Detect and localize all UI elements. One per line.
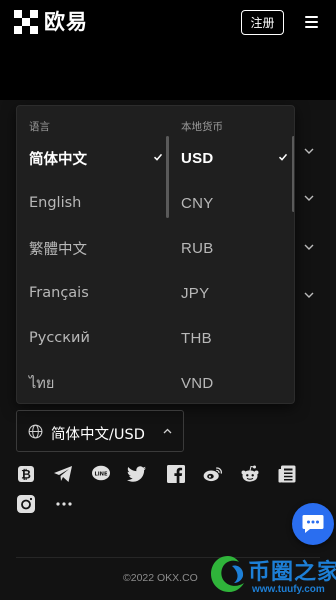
language-header: 语言	[29, 121, 50, 133]
copyright-text: ©2022 OKX.CO	[123, 572, 198, 584]
currency-option[interactable]: VND	[168, 363, 294, 403]
chevron-up-icon	[163, 428, 172, 434]
language-option-label: 简体中文	[29, 151, 87, 168]
chat-support-button[interactable]	[292, 503, 334, 545]
currency-option[interactable]: CNY	[168, 183, 294, 223]
svg-text:LINE: LINE	[94, 471, 108, 477]
chevron-down-icon[interactable]	[304, 193, 314, 203]
language-selector-label: 简体中文/USD	[51, 427, 145, 443]
checkmark-icon	[278, 153, 288, 161]
currency-option-label: JPY	[181, 284, 210, 302]
telegram-icon[interactable]	[53, 464, 73, 484]
language-currency-selector[interactable]: 简体中文/USD	[16, 410, 184, 452]
checkmark-icon	[153, 153, 163, 161]
watermark-url: www.tuufy.com	[252, 584, 325, 595]
site-watermark: 币圈之家 www.tuufy.com	[208, 550, 336, 600]
language-option[interactable]: Français	[17, 273, 168, 313]
currency-scrollbar[interactable]	[292, 136, 294, 212]
currency-option[interactable]: JPY	[168, 273, 294, 313]
watermark-title: 币圈之家	[248, 560, 336, 585]
currency-option-label: RUB	[181, 239, 214, 257]
facebook-icon[interactable]	[166, 464, 186, 484]
currency-option[interactable]: RUB	[168, 228, 294, 268]
language-option-label: Français	[29, 285, 89, 301]
chevron-down-icon[interactable]	[304, 290, 314, 300]
language-option-label: 繁體中文	[29, 241, 87, 258]
language-column: 语言 简体中文 English 繁體中文 Français Русский ไท…	[17, 106, 169, 403]
watermark-logo-icon	[211, 556, 244, 592]
okx-logo[interactable]: 欧易	[14, 10, 88, 34]
language-option[interactable]: English	[17, 183, 168, 223]
reddit-icon[interactable]	[240, 464, 260, 484]
logo-text: 欧易	[44, 10, 88, 34]
twitter-icon[interactable]	[127, 464, 147, 484]
okx-grid-logo-icon	[14, 10, 38, 34]
more-icon[interactable]	[54, 494, 74, 514]
language-option[interactable]: ไทย	[17, 363, 168, 403]
page: 欧易 注册 语言 简体中文 English 繁體中文 Français Русс…	[0, 0, 336, 600]
language-option-label: English	[29, 195, 82, 211]
language-option[interactable]: Русский	[17, 318, 168, 358]
language-option-label: ไทย	[29, 375, 55, 392]
news-icon[interactable]	[277, 464, 297, 484]
hero-banner	[0, 46, 336, 100]
currency-option-label: USD	[181, 149, 214, 167]
currency-header: 本地货币	[181, 121, 223, 133]
language-currency-popup: 语言 简体中文 English 繁體中文 Français Русский ไท…	[16, 105, 295, 404]
currency-option-label: THB	[181, 329, 212, 347]
top-nav-bar: 欧易 注册	[0, 0, 336, 46]
language-option[interactable]: 繁體中文	[17, 228, 168, 268]
bitcoin-icon[interactable]: ₿	[16, 464, 36, 484]
chevron-down-icon[interactable]	[304, 146, 314, 156]
globe-icon	[28, 424, 43, 439]
language-option-label: Русский	[29, 330, 90, 346]
line-icon[interactable]: LINE	[91, 464, 111, 484]
svg-text:₿: ₿	[21, 468, 31, 482]
currency-option-label: VND	[181, 374, 214, 392]
currency-column: 本地货币 USD CNY RUB JPY THB VND	[168, 106, 294, 403]
instagram-icon[interactable]	[16, 494, 36, 514]
currency-option[interactable]: USD	[168, 138, 294, 178]
currency-option-label: CNY	[181, 194, 214, 212]
chevron-down-icon[interactable]	[304, 242, 314, 252]
hamburger-menu-icon[interactable]	[305, 16, 318, 28]
language-option[interactable]: 简体中文	[17, 138, 168, 178]
currency-option[interactable]: THB	[168, 318, 294, 358]
register-button[interactable]: 注册	[241, 10, 284, 35]
chat-bubble-icon	[302, 515, 324, 533]
weibo-icon[interactable]	[203, 464, 223, 484]
